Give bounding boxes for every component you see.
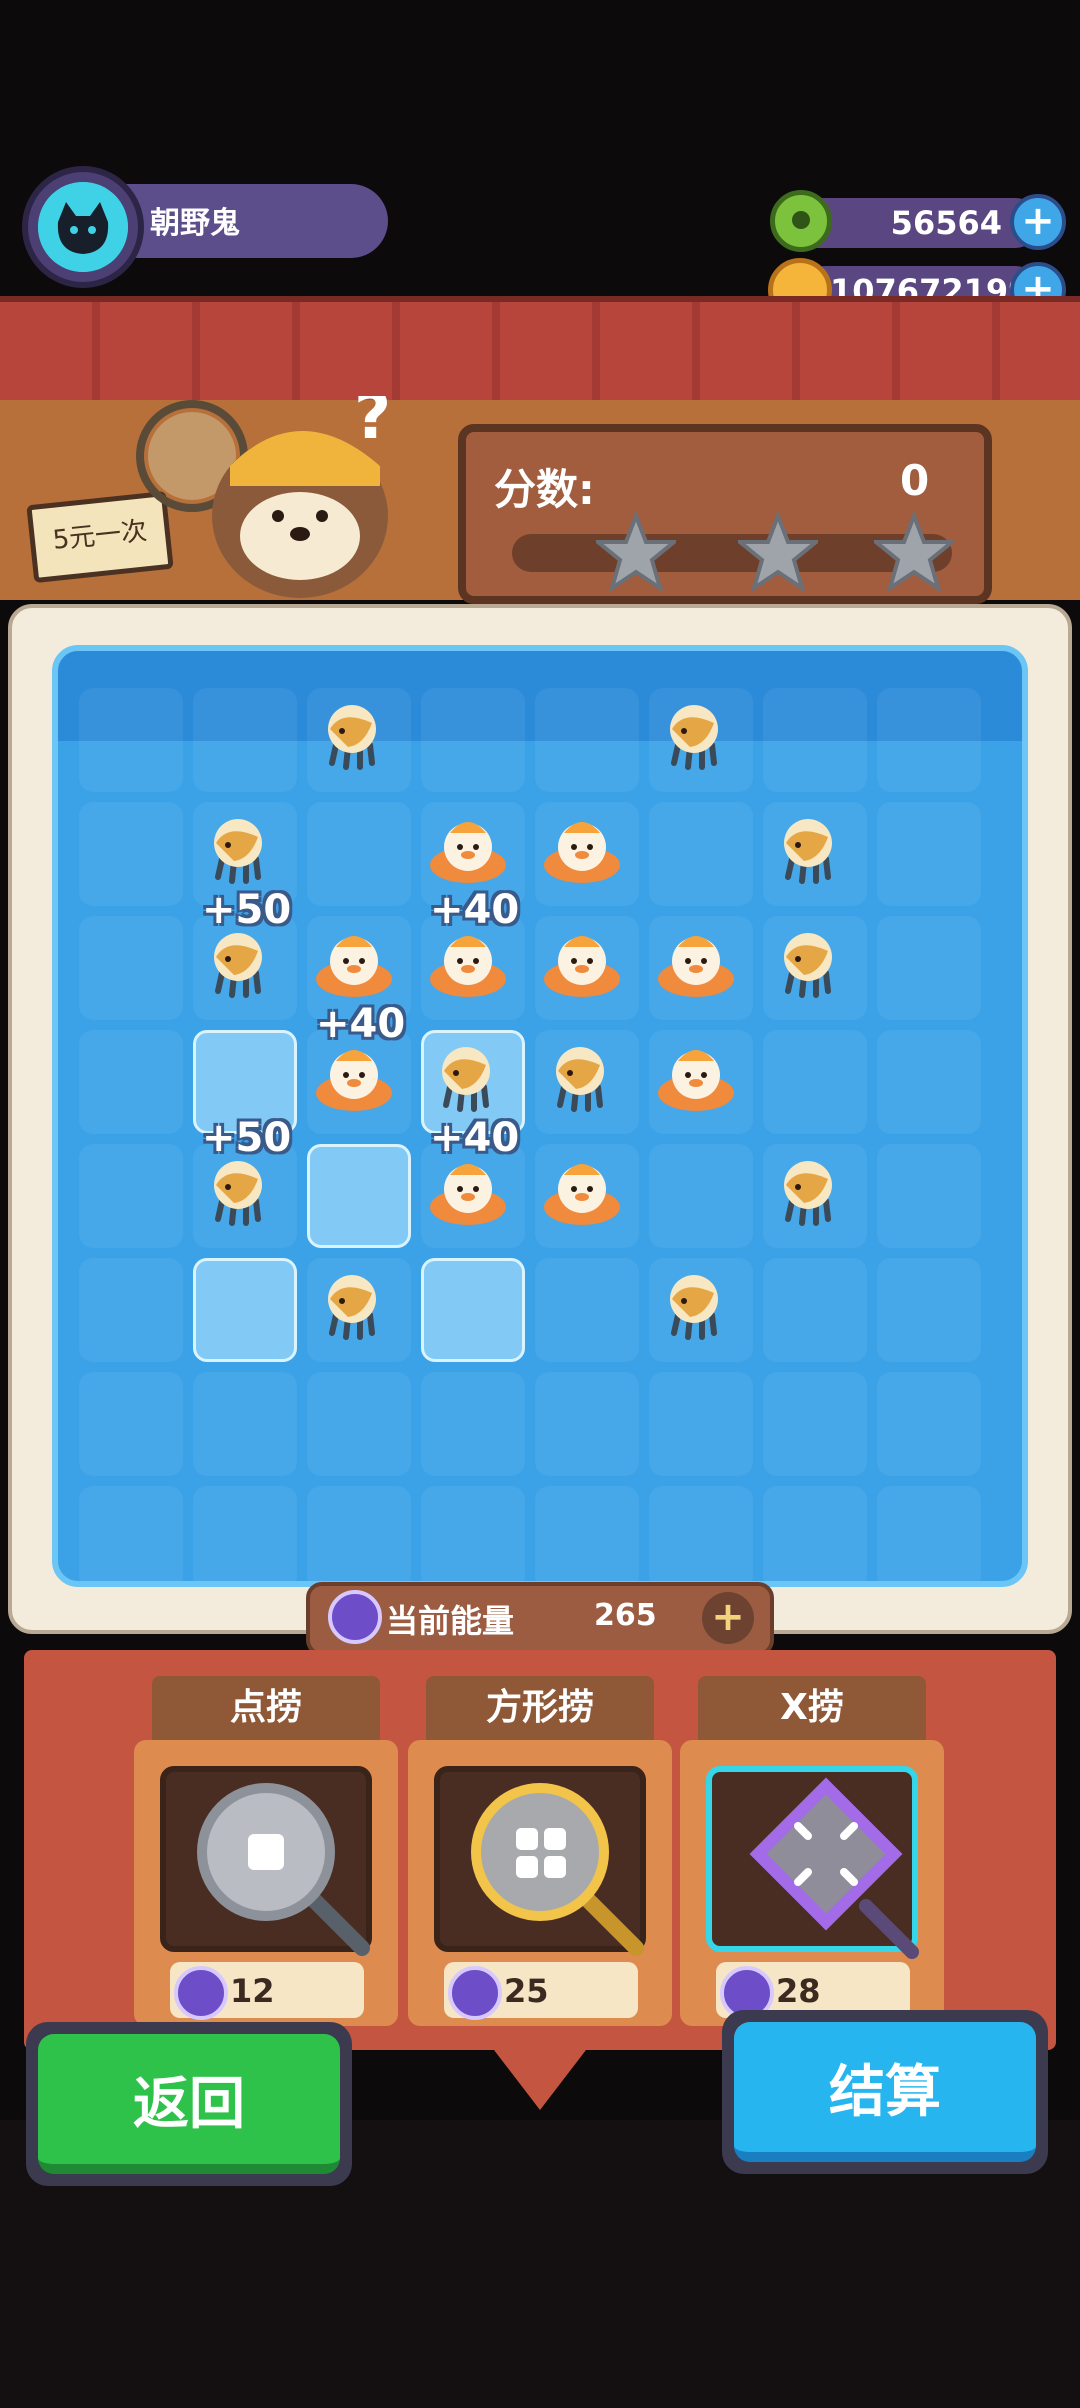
shop-awning [0,296,1080,412]
jellyfish-icon[interactable] [540,1035,624,1119]
tool-square-net[interactable]: 方形捞 25 [408,1676,672,2026]
jellyfish-icon[interactable] [198,921,282,1005]
duck-float-icon[interactable] [540,807,624,891]
jellyfish-icon[interactable] [198,1149,282,1233]
settle-button-frame: 结算 [722,2010,1048,2174]
otter-with-net-icon: ? [136,380,391,598]
add-energy-button[interactable]: + [702,1592,754,1644]
jellyfish-icon[interactable] [768,807,852,891]
points-popup: +40 [430,1115,520,1161]
jellyfish-icon[interactable] [426,1035,510,1119]
duck-float-icon[interactable] [426,921,510,1005]
jellyfish-icon[interactable] [768,1149,852,1233]
creature-layer: +50 +40 +40 +50 +40 [58,651,1022,1581]
tool-cost: 25 [504,1972,549,2010]
diamond-net-icon [749,1777,919,1959]
back-button[interactable]: 返回 [38,2034,340,2174]
tool-x-net[interactable]: X捞 28 [680,1676,944,2026]
score-value: 0 [900,456,930,505]
star-icon [738,512,818,592]
jellyfish-icon[interactable] [198,807,282,891]
score-label: 分数: [494,465,595,514]
energy-label: 当前能量 [386,1602,515,1640]
star-icon [874,512,954,592]
duck-float-icon[interactable] [312,921,396,1005]
lightning-icon [174,1966,228,2020]
donut-coin-icon [770,190,832,252]
points-popup: +50 [202,887,292,933]
duck-float-icon[interactable] [426,1149,510,1233]
settle-button[interactable]: 结算 [734,2022,1036,2162]
counter-tassel [494,2050,586,2110]
tool-cost: 28 [776,1972,821,2010]
jellyfish-icon[interactable] [654,1263,738,1347]
jellyfish-icon[interactable] [312,693,396,777]
duck-float-icon[interactable] [540,921,624,1005]
cat-avatar-icon [38,182,128,272]
duck-float-icon[interactable] [426,807,510,891]
jellyfish-icon[interactable] [312,1263,396,1347]
duck-float-icon[interactable] [540,1149,624,1233]
add-donut-coins-button[interactable]: + [1010,194,1066,250]
duck-float-icon[interactable] [654,921,738,1005]
tool-name: X捞 [698,1676,926,1740]
star-icon [596,512,676,592]
avatar[interactable] [38,182,128,272]
points-popup: +40 [430,887,520,933]
points-popup: +40 [316,1001,406,1047]
tool-name: 方形捞 [426,1676,654,1740]
tool-name: 点捞 [152,1676,380,1740]
jellyfish-icon[interactable] [654,693,738,777]
duck-float-icon[interactable] [654,1035,738,1119]
tool-point-net[interactable]: 点捞 12 [134,1676,398,2026]
duck-float-icon[interactable] [312,1035,396,1119]
svg-text:?: ? [354,396,391,454]
player-name: 朝野鬼 [150,206,240,241]
back-button-frame: 返回 [26,2022,352,2186]
donut-coin-amount: 56564 [890,204,1002,242]
lightning-icon [328,1590,382,1644]
magnifier-single-icon [197,1783,370,1956]
magnifier-grid-icon [471,1783,644,1956]
lightning-icon [448,1966,502,2020]
tool-cost: 12 [230,1972,275,2010]
otter-mascot: ? [130,380,460,616]
jellyfish-icon[interactable] [768,921,852,1005]
fishing-pool[interactable]: +50 +40 +40 +50 +40 [52,645,1028,1587]
energy-value: 265 [594,1598,657,1633]
points-popup: +50 [202,1115,292,1161]
